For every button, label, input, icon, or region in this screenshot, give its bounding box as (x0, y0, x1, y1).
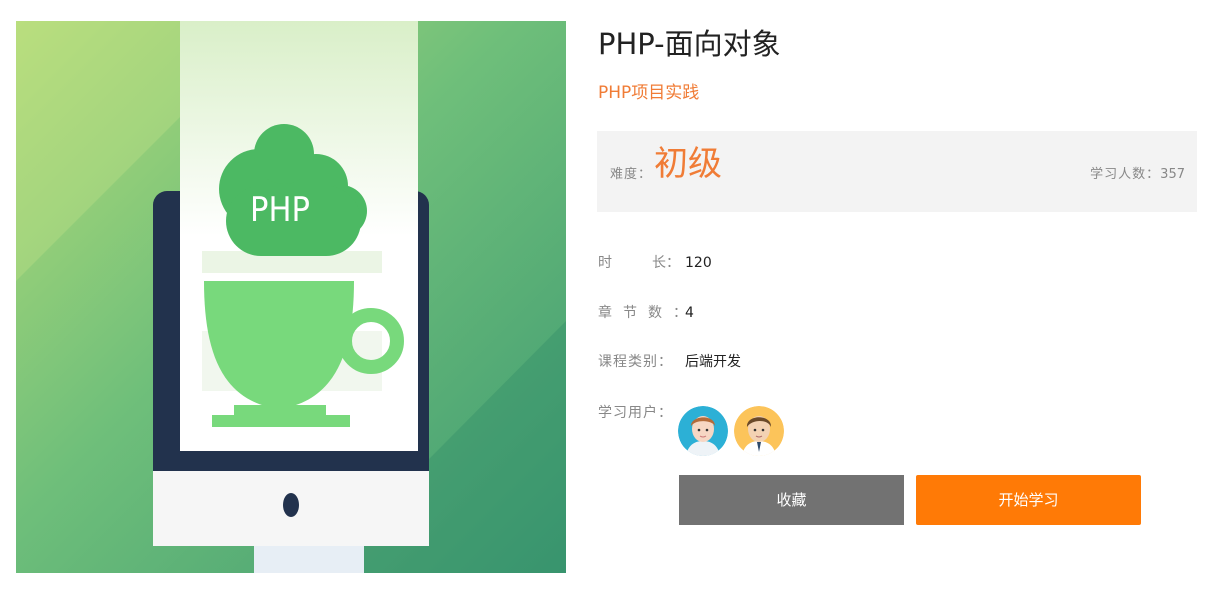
users-label: 学习用户： (598, 405, 673, 421)
duration-row: 时长： 120 (598, 253, 712, 273)
chapters-value: 4 (685, 305, 694, 321)
learner-count-label: 学习人数： (1090, 167, 1161, 182)
difficulty-label: 难度： (610, 167, 653, 182)
course-title: PHP-面向对象 (598, 27, 781, 61)
category-value[interactable]: 后端开发 (685, 354, 741, 370)
category-label: 课程类别： (598, 354, 673, 370)
course-info-panel: PHP-面向对象 PHP项目实践 难度： 初级 学习人数：357 时长： 120 … (597, 0, 1197, 599)
php-cloud-label: PHP (250, 190, 310, 230)
category-row: 课程类别： 后端开发 (598, 352, 741, 372)
difficulty-value: 初级 (654, 144, 722, 184)
chapters-label: 章节数： (598, 305, 687, 321)
duration-label: 时长： (598, 255, 680, 271)
users-row: 学习用户： (598, 403, 685, 423)
user-avatar-icon[interactable] (678, 406, 728, 456)
learner-count: 学习人数：357 (1090, 163, 1185, 182)
course-cover-image[interactable]: PHP (16, 21, 566, 573)
chapters-row: 章节数：4 (598, 303, 694, 323)
course-stat-box: 难度： 初级 学习人数：357 (597, 131, 1197, 212)
course-subtitle[interactable]: PHP项目实践 (598, 80, 699, 106)
course-detail-page: PHP PHP-面向对象 PHP项目实践 难度： 初级 学习人数：357 时长：… (0, 0, 1211, 599)
start-learning-button[interactable]: 开始学习 (916, 475, 1141, 525)
learner-count-value: 357 (1160, 167, 1185, 182)
duration-value: 120 (685, 255, 712, 271)
favorite-button[interactable]: 收藏 (679, 475, 904, 525)
user-avatar-icon[interactable] (734, 406, 784, 456)
